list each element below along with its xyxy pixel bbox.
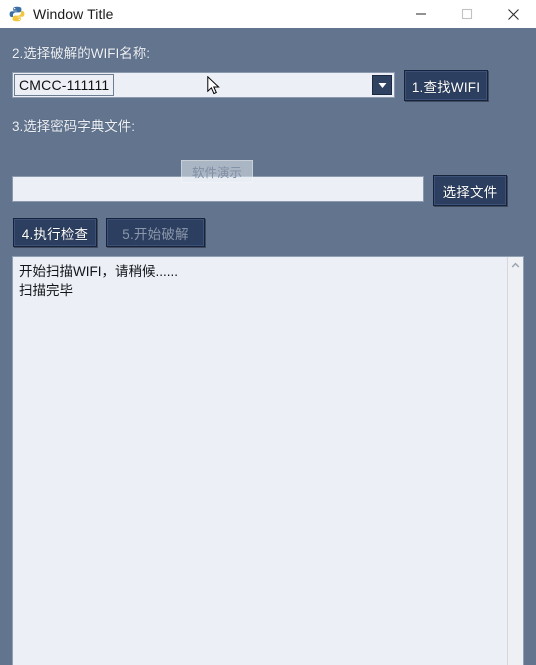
log-scrollbar-track[interactable] — [508, 273, 524, 661]
close-icon — [507, 8, 520, 21]
log-scrollbar-up-button[interactable] — [508, 257, 524, 273]
choose-file-button[interactable]: 选择文件 — [433, 175, 507, 206]
close-button[interactable] — [490, 0, 536, 28]
dictionary-file-label: 3.选择密码字典文件: — [12, 119, 136, 134]
application-window: Window Title 2.选择破解的WIFI名称: CMCC-111111 … — [0, 0, 536, 665]
wifi-combobox-dropdown-button[interactable] — [372, 75, 392, 95]
minimize-button[interactable] — [398, 0, 444, 28]
chevron-down-icon — [378, 76, 387, 94]
maximize-icon — [461, 8, 473, 20]
start-crack-button: 5.开始破解 — [106, 218, 205, 247]
chevron-up-icon — [511, 256, 520, 274]
wifi-name-combobox[interactable]: CMCC-111111 — [12, 72, 395, 98]
wifi-name-selected-value: CMCC-111111 — [14, 74, 115, 96]
execute-check-button[interactable]: 4.执行检查 — [13, 218, 97, 247]
python-logo-icon — [9, 6, 25, 22]
minimize-icon — [415, 8, 427, 20]
wifi-name-label: 2.选择破解的WIFI名称: — [12, 46, 150, 61]
window-title: Window Title — [33, 6, 114, 22]
window-titlebar: Window Title — [0, 0, 536, 28]
log-scrollbar[interactable] — [507, 257, 523, 665]
log-output-panel: 开始扫描WIFI，请稍候...... 扫描完毕 — [12, 256, 524, 665]
dictionary-file-input[interactable] — [12, 176, 424, 202]
window-client-area: 2.选择破解的WIFI名称: CMCC-111111 1.查找WIFI 3.选择… — [0, 28, 536, 665]
log-scrollbar-down-button[interactable] — [508, 661, 524, 665]
log-output-text: 开始扫描WIFI，请稍候...... 扫描完毕 — [19, 264, 178, 298]
wifi-combobox-fill — [114, 73, 372, 97]
find-wifi-button[interactable]: 1.查找WIFI — [404, 70, 488, 101]
chevron-down-icon — [511, 660, 520, 665]
maximize-button[interactable] — [444, 0, 490, 28]
